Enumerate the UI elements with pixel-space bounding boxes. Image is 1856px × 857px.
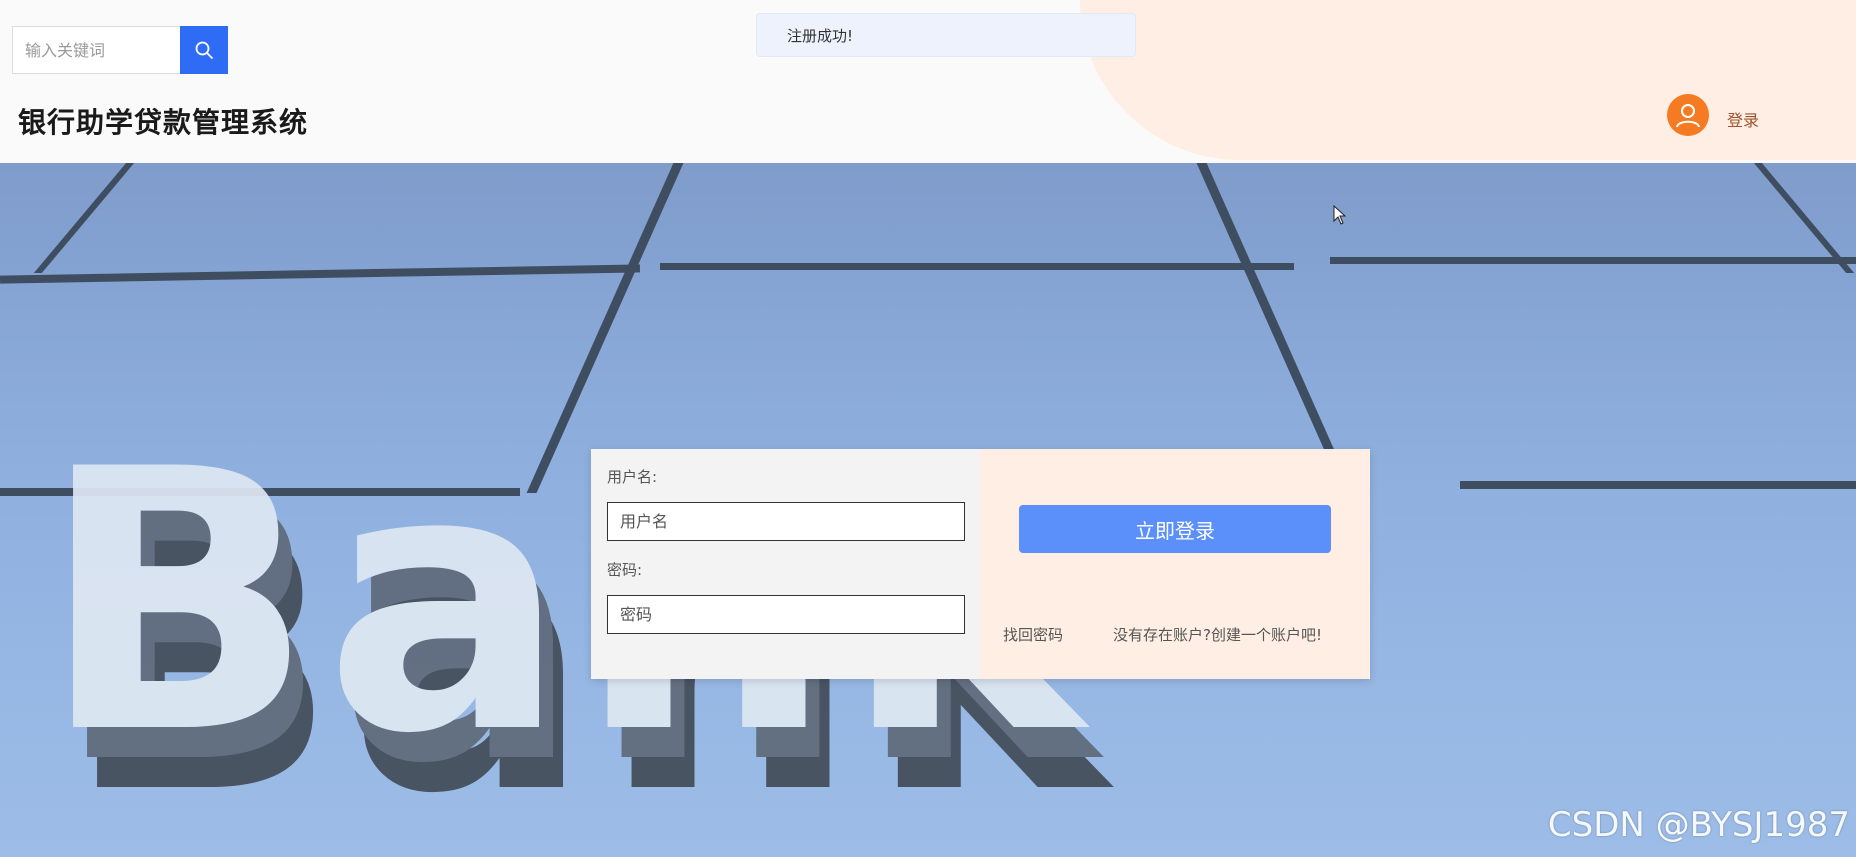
forgot-password-link[interactable]: 找回密码	[1003, 624, 1063, 645]
success-toast: 注册成功!	[756, 13, 1136, 57]
mouse-cursor-icon	[1333, 205, 1347, 225]
password-input[interactable]	[607, 595, 965, 634]
search-button[interactable]	[180, 26, 228, 74]
pane-divider	[1330, 257, 1856, 264]
register-link[interactable]: 没有存在账户?创建一个账户吧!	[1113, 624, 1322, 645]
pane-divider	[33, 163, 135, 273]
header-decoration	[1080, 0, 1856, 160]
login-link[interactable]: 登录	[1727, 107, 1759, 131]
toast-message: 注册成功!	[787, 26, 854, 45]
watermark: CSDN @BYSJ1987	[1547, 805, 1850, 845]
login-form: 用户名: 密码:	[591, 449, 980, 679]
login-button[interactable]: 立即登录	[1019, 505, 1331, 553]
top-header: 银行助学贷款管理系统 注册成功! 登录	[0, 0, 1856, 163]
username-label: 用户名:	[607, 468, 658, 486]
username-input[interactable]	[607, 502, 965, 541]
pane-divider	[1196, 163, 1354, 493]
app-title: 银行助学贷款管理系统	[18, 106, 309, 139]
pane-divider	[1460, 481, 1856, 489]
password-label: 密码:	[607, 561, 643, 579]
search-icon	[195, 41, 213, 59]
user-avatar[interactable]	[1667, 94, 1709, 136]
pane-divider	[660, 263, 1294, 270]
search-input[interactable]	[12, 26, 180, 74]
user-icon	[1676, 104, 1700, 128]
search-bar	[12, 26, 228, 74]
pane-divider	[0, 264, 641, 284]
